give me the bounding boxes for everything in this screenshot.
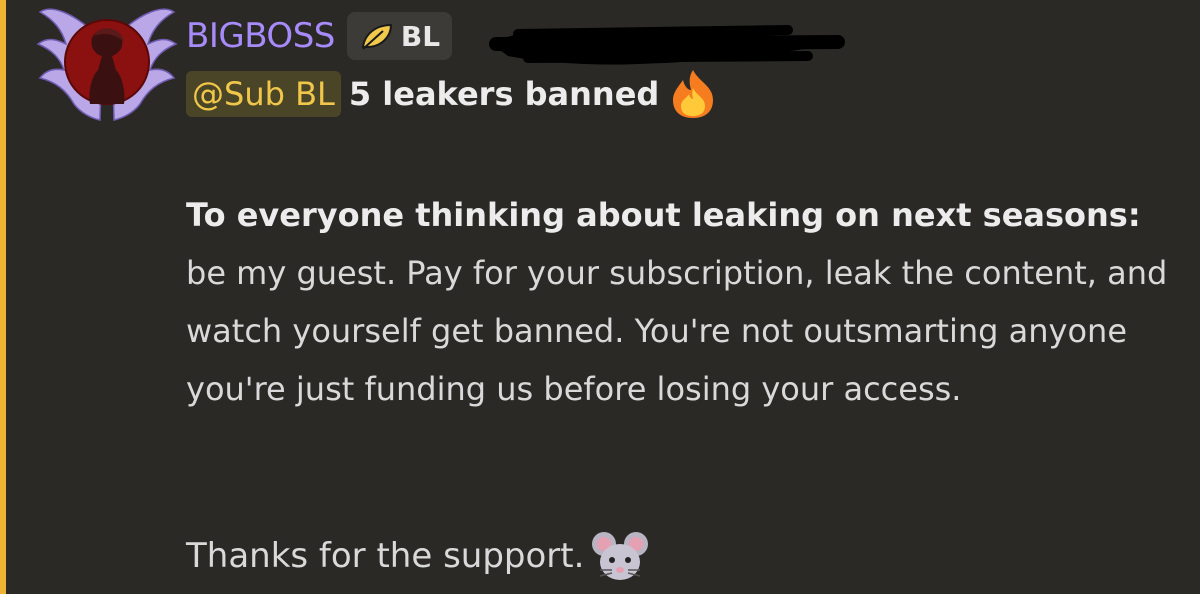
redaction-scribble [489, 25, 845, 65]
role-tag-label: BL [400, 19, 441, 53]
avatar[interactable] [32, 0, 182, 130]
message-closing: Thanks for the support. [186, 526, 650, 586]
message-body: To everyone thinking about leaking on ne… [186, 186, 1196, 418]
message-closing-text: Thanks for the support. [186, 536, 585, 576]
message-headline: 5 leakers banned [348, 75, 660, 113]
role-mention[interactable]: @Sub BL [186, 71, 341, 117]
author-username[interactable]: BIGBOSS [186, 16, 335, 56]
message-header: BIGBOSS BL [186, 10, 453, 62]
mention-highlight-bar [0, 0, 6, 594]
message-body-rest: be my guest. Pay for your subscription, … [186, 254, 1168, 408]
message-first-line: @Sub BL 5 leakers banned [186, 66, 721, 122]
message-body-lead: To everyone thinking about leaking on ne… [186, 196, 1141, 234]
chat-message: BIGBOSS BL @Sub BL 5 leakers banned To e… [22, 0, 1200, 594]
role-tag[interactable]: BL [346, 12, 453, 60]
leaf-icon [361, 23, 392, 50]
fire-icon [673, 70, 714, 118]
mouse-icon [592, 532, 649, 580]
